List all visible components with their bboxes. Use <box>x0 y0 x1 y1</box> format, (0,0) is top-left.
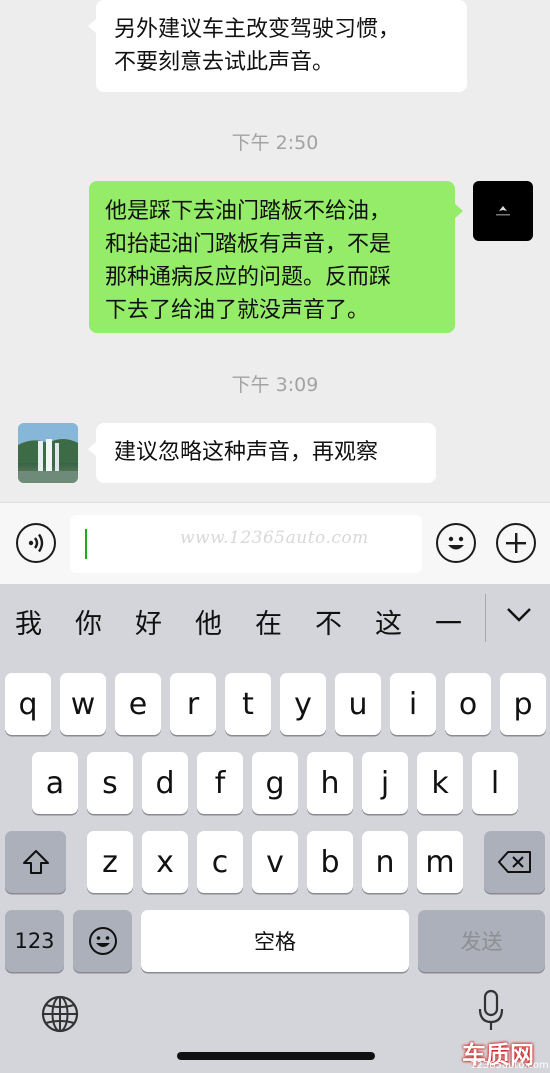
key-y[interactable]: y <box>280 673 326 735</box>
site-logo-url: 12365auto.com <box>470 1060 549 1071</box>
key-t[interactable]: t <box>225 673 271 735</box>
candidate-word[interactable]: 他 <box>195 602 222 641</box>
key-s[interactable]: s <box>87 752 133 814</box>
message-line: 另外建议车主改变驾驶习惯， <box>114 17 401 42</box>
more-button[interactable] <box>496 523 536 563</box>
message-bubble-sent[interactable]: 他是踩下去油门踏板不给油， 和抬起油门踏板有声音，不是 那种通病反应的问题。反而… <box>89 181 463 333</box>
key-n[interactable]: n <box>362 831 408 893</box>
timestamp: 下午 3:09 <box>231 374 319 396</box>
key-c[interactable]: c <box>197 831 243 893</box>
text-caret <box>85 529 87 559</box>
key-b[interactable]: b <box>307 831 353 893</box>
plus-icon <box>506 533 526 553</box>
message-line: 建议忽略这种声音，再观察 <box>114 440 379 465</box>
candidate-word[interactable]: 我 <box>15 602 42 641</box>
key-i[interactable]: i <box>390 673 436 735</box>
keyboard: 我 你 好 他 在 不 这 一 q w e r t y u i o p a s … <box>0 584 550 1073</box>
message-bubble-received-2[interactable]: 建议忽略这种声音，再观察 <box>88 423 436 483</box>
message-line: 不要刻意去试此声音。 <box>114 50 335 75</box>
key-q[interactable]: q <box>5 673 51 735</box>
key-w[interactable]: w <box>60 673 106 735</box>
key-h[interactable]: h <box>307 752 353 814</box>
message-line: 和抬起油门踏板有声音，不是 <box>105 232 392 257</box>
emoji-button[interactable] <box>436 523 476 563</box>
message-line: 那种通病反应的问题。反而踩 <box>105 265 392 290</box>
emoji-key[interactable] <box>73 910 132 972</box>
voice-icon <box>28 533 44 553</box>
send-key[interactable]: 发送 <box>418 910 545 972</box>
key-o[interactable]: o <box>445 673 491 735</box>
key-g[interactable]: g <box>252 752 298 814</box>
shift-icon <box>22 850 49 874</box>
chat-area: 另外建议车主改变驾驶习惯， 不要刻意去试此声音。 下午 2:50 他是踩下去油门… <box>0 0 550 502</box>
key-f[interactable]: f <box>197 752 243 814</box>
key-v[interactable]: v <box>252 831 298 893</box>
emoji-icon <box>88 927 117 955</box>
key-l[interactable]: l <box>472 752 518 814</box>
candidate-word[interactable]: 这 <box>375 602 402 641</box>
key-m[interactable]: m <box>417 831 463 893</box>
message-line: 下去了给油了就没声音了。 <box>105 298 370 323</box>
contact-avatar[interactable] <box>18 423 78 483</box>
key-r[interactable]: r <box>170 673 216 735</box>
key-z[interactable]: z <box>87 831 133 893</box>
key-k[interactable]: k <box>417 752 463 814</box>
microphone-icon[interactable] <box>476 988 506 1034</box>
timestamp: 下午 2:50 <box>231 132 319 154</box>
chevron-down-icon[interactable] <box>505 606 533 624</box>
key-u[interactable]: u <box>335 673 381 735</box>
key-e[interactable]: e <box>115 673 161 735</box>
candidate-word[interactable]: 你 <box>75 602 102 641</box>
watermark: www.12365auto.com <box>180 528 369 548</box>
voice-button[interactable] <box>16 523 56 563</box>
candidate-word[interactable]: 好 <box>135 602 162 641</box>
key-a[interactable]: a <box>32 752 78 814</box>
candidate-divider <box>485 594 486 642</box>
key-x[interactable]: x <box>142 831 188 893</box>
my-avatar[interactable] <box>473 181 533 241</box>
message-line: 他是踩下去油门踏板不给油， <box>105 199 392 224</box>
candidate-word[interactable]: 不 <box>315 602 342 641</box>
emoji-icon <box>448 536 464 550</box>
key-d[interactable]: d <box>142 752 188 814</box>
home-indicator <box>177 1052 375 1060</box>
backspace-icon <box>497 851 531 873</box>
key-p[interactable]: p <box>500 673 546 735</box>
delete-key[interactable] <box>484 831 545 893</box>
numbers-key[interactable]: 123 <box>5 910 64 972</box>
message-bubble-received-1[interactable]: 另外建议车主改变驾驶习惯， 不要刻意去试此声音。 <box>88 0 467 92</box>
waterfall-image-icon <box>18 423 78 483</box>
space-key[interactable]: 空格 <box>141 910 409 972</box>
avatar-logo-icon <box>496 206 510 216</box>
shift-key[interactable] <box>5 831 66 893</box>
candidate-word[interactable]: 在 <box>255 602 282 641</box>
input-bar: www.12365auto.com <box>0 502 550 584</box>
key-j[interactable]: j <box>362 752 408 814</box>
candidate-bar: 我 你 好 他 在 不 这 一 <box>0 584 550 660</box>
globe-icon[interactable] <box>40 994 80 1034</box>
candidate-word[interactable]: 一 <box>435 602 462 641</box>
